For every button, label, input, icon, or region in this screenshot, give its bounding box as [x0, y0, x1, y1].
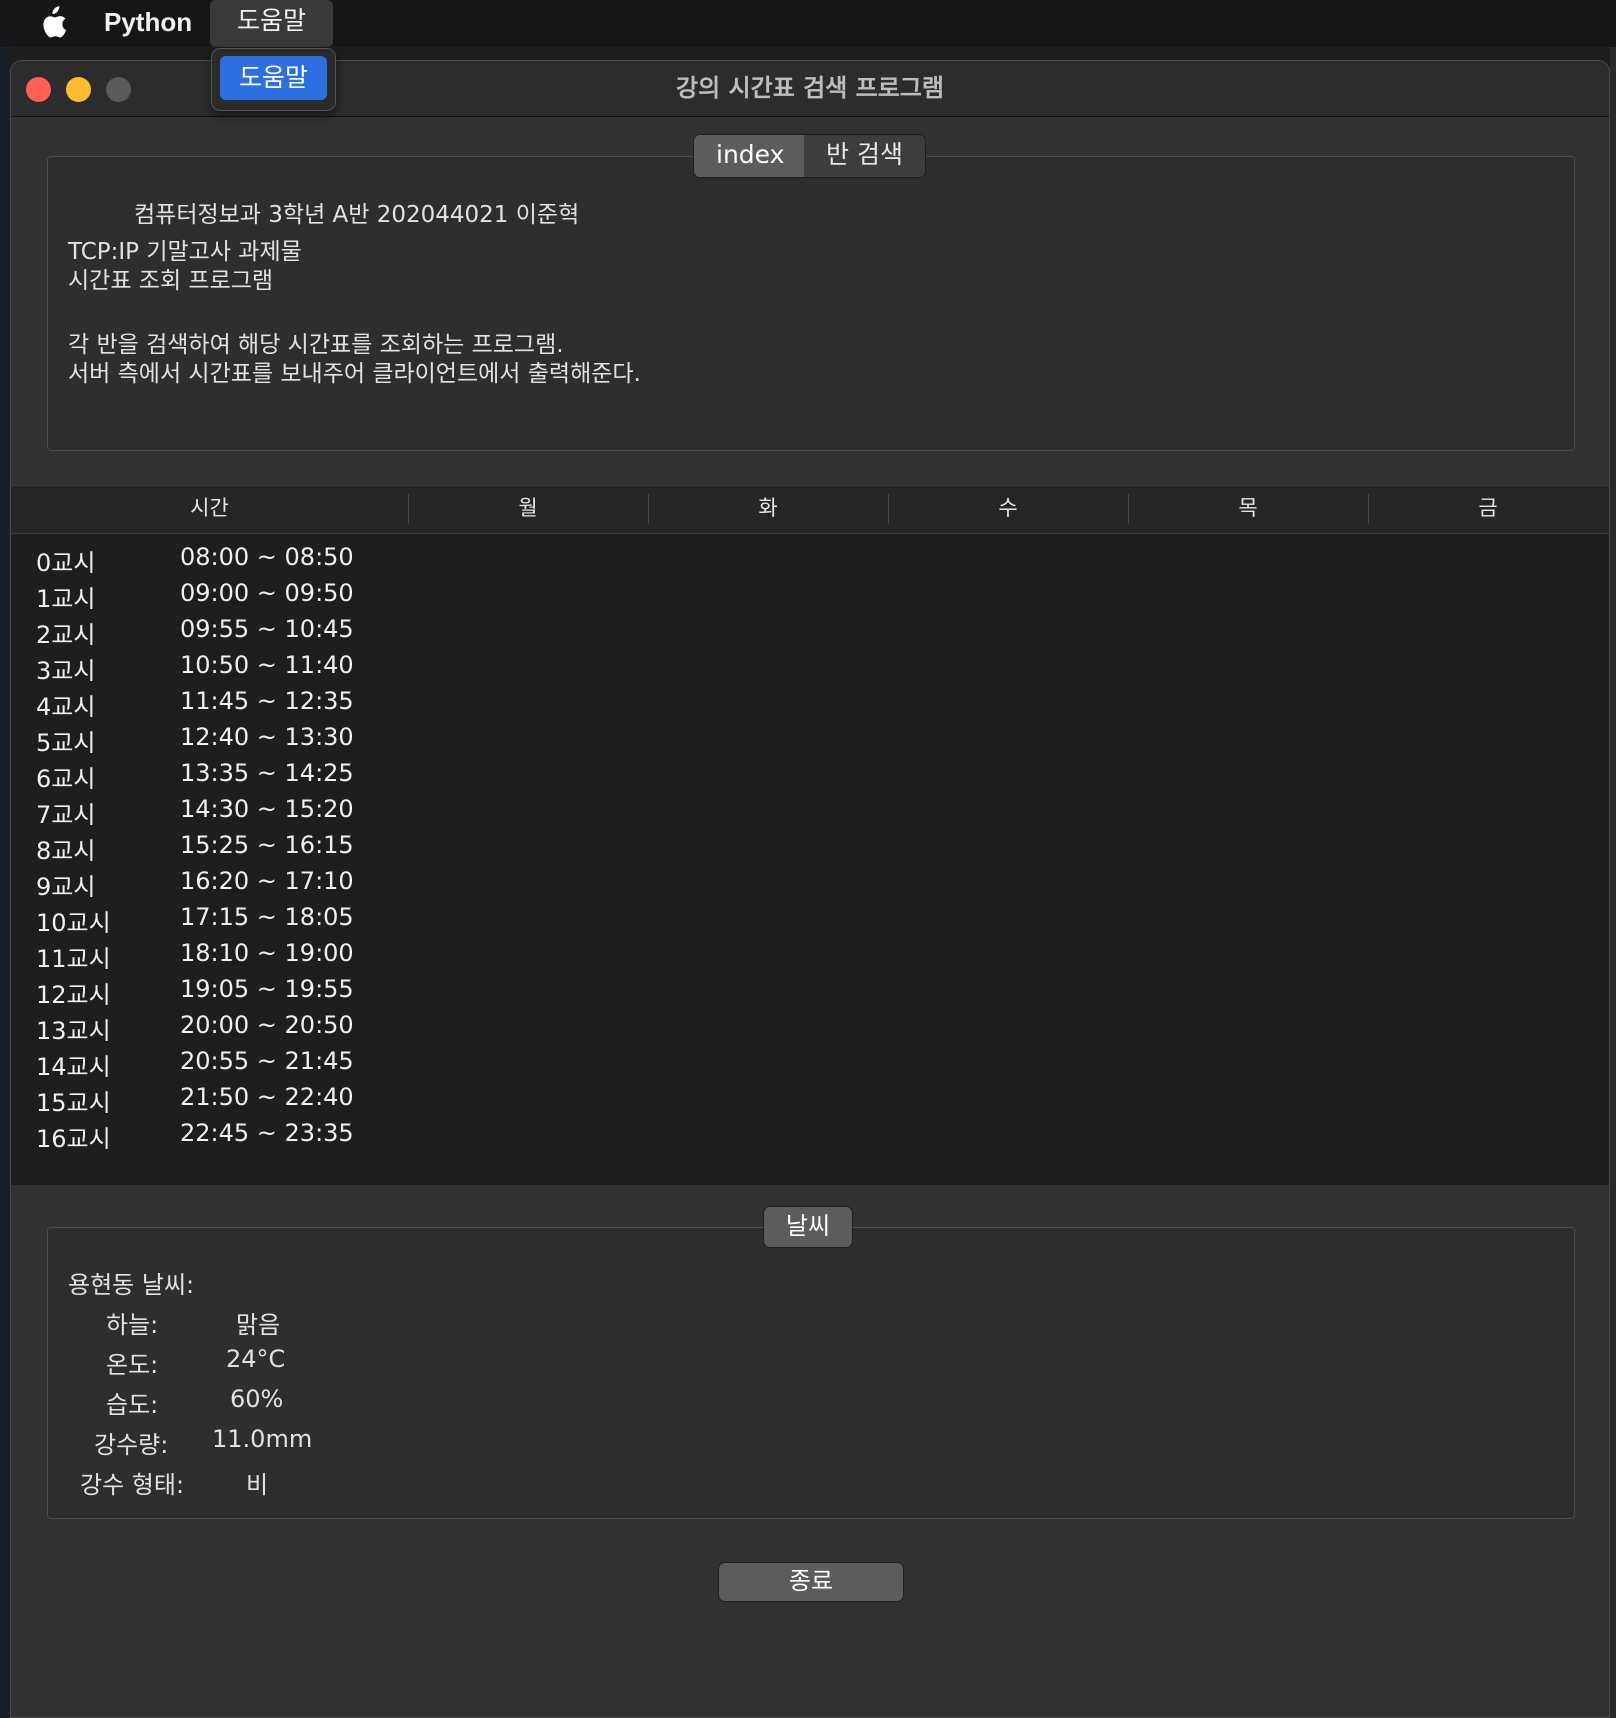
weather-humidity-value: 60%	[230, 1385, 284, 1413]
table-row[interactable]: 13교시 20:00 ~ 20:50	[11, 1011, 1609, 1047]
info-tab-panel: 컴퓨터정보과 3학년 A반 202044021 이준혁 TCP:IP 기말고사 …	[47, 156, 1575, 451]
tab-index[interactable]: index	[694, 135, 804, 177]
table-row[interactable]: 15교시 21:50 ~ 22:40	[11, 1083, 1609, 1119]
column-header-time[interactable]: 시간	[11, 486, 408, 532]
apple-logo-icon[interactable]	[36, 6, 68, 40]
cell-period: 11교시	[36, 945, 111, 973]
cell-time-range: 16:20 ~ 17:10	[180, 867, 354, 895]
cell-time-range: 20:00 ~ 20:50	[180, 1011, 354, 1039]
cell-period: 13교시	[36, 1017, 111, 1045]
weather-panel: 용현동 날씨: 하늘: 맑음 온도: 24°C 습도: 60% 강수량: 11.…	[47, 1227, 1575, 1519]
cell-period: 1교시	[36, 585, 96, 613]
info-line-program: 시간표 조회 프로그램	[68, 268, 274, 294]
tab-class-search[interactable]: 반 검색	[804, 135, 925, 177]
cell-period: 16교시	[36, 1125, 111, 1153]
table-row[interactable]: 12교시 19:05 ~ 19:55	[11, 975, 1609, 1011]
help-dropdown-menu: 도움말	[211, 48, 336, 111]
cell-period: 9교시	[36, 873, 96, 901]
column-header-mon[interactable]: 월	[408, 486, 648, 532]
table-row[interactable]: 8교시 15:25 ~ 16:15	[11, 831, 1609, 867]
table-row[interactable]: 7교시 14:30 ~ 15:20	[11, 795, 1609, 831]
cell-time-range: 18:10 ~ 19:00	[180, 939, 354, 967]
cell-time-range: 12:40 ~ 13:30	[180, 723, 354, 751]
column-header-tue[interactable]: 화	[648, 486, 888, 532]
cell-time-range: 08:00 ~ 08:50	[180, 543, 354, 571]
weather-precip-type-label: 강수 형태:	[80, 1471, 185, 1499]
table-row[interactable]: 14교시 20:55 ~ 21:45	[11, 1047, 1609, 1083]
table-row[interactable]: 5교시 12:40 ~ 13:30	[11, 723, 1609, 759]
weather-temp-value: 24°C	[226, 1345, 286, 1373]
cell-period: 8교시	[36, 837, 96, 865]
cell-time-range: 09:00 ~ 09:50	[180, 579, 354, 607]
weather-temp-label: 온도:	[106, 1351, 159, 1379]
timetable-header: 시간 월 화 수 목 금	[11, 485, 1609, 534]
table-row[interactable]: 1교시 09:00 ~ 09:50	[11, 579, 1609, 615]
cell-period: 6교시	[36, 765, 96, 793]
cell-period: 4교시	[36, 693, 96, 721]
weather-precip-value: 11.0mm	[212, 1425, 313, 1453]
cell-time-range: 15:25 ~ 16:15	[180, 831, 354, 859]
weather-precip-label: 강수량:	[94, 1431, 169, 1459]
weather-humidity-label: 습도:	[106, 1391, 159, 1419]
help-menu-item[interactable]: 도움말	[220, 56, 327, 100]
weather-location: 용현동 날씨:	[68, 1271, 195, 1299]
exit-button[interactable]: 종료	[718, 1562, 904, 1602]
column-header-wed[interactable]: 수	[888, 486, 1128, 532]
menu-help[interactable]: 도움말	[210, 0, 333, 47]
cell-time-range: 13:35 ~ 14:25	[180, 759, 354, 787]
table-row[interactable]: 16교시 22:45 ~ 23:35	[11, 1119, 1609, 1155]
column-header-fri[interactable]: 금	[1368, 486, 1608, 532]
menu-app-name[interactable]: Python	[104, 7, 192, 38]
info-line-description-2: 서버 측에서 시간표를 보내주어 클라이언트에서 출력해준다.	[68, 361, 641, 387]
weather-precip-type-value: 비	[246, 1471, 269, 1499]
main-window: 강의 시간표 검색 프로그램 컴퓨터정보과 3학년 A반 202044021 이…	[10, 60, 1610, 1718]
table-row[interactable]: 4교시 11:45 ~ 12:35	[11, 687, 1609, 723]
table-row[interactable]: 9교시 16:20 ~ 17:10	[11, 867, 1609, 903]
cell-period: 0교시	[36, 549, 96, 577]
cell-time-range: 09:55 ~ 10:45	[180, 615, 354, 643]
weather-group-label: 날씨	[763, 1206, 853, 1248]
table-row[interactable]: 0교시 08:00 ~ 08:50	[11, 543, 1609, 579]
menu-bar: Python 도움말	[0, 0, 1616, 47]
tab-bar: index 반 검색	[693, 134, 926, 178]
cell-period: 7교시	[36, 801, 96, 829]
cell-time-range: 19:05 ~ 19:55	[180, 975, 354, 1003]
cell-time-range: 17:15 ~ 18:05	[180, 903, 354, 931]
cell-period: 15교시	[36, 1089, 111, 1117]
info-line-student: 컴퓨터정보과 3학년 A반 202044021 이준혁	[134, 202, 580, 228]
weather-sky-label: 하늘:	[106, 1311, 159, 1339]
table-row[interactable]: 10교시 17:15 ~ 18:05	[11, 903, 1609, 939]
cell-period: 12교시	[36, 981, 111, 1009]
table-row[interactable]: 11교시 18:10 ~ 19:00	[11, 939, 1609, 975]
cell-time-range: 21:50 ~ 22:40	[180, 1083, 354, 1111]
desktop-background-right	[1610, 47, 1616, 1718]
desktop-background-left	[0, 47, 10, 1718]
cell-time-range: 10:50 ~ 11:40	[180, 651, 354, 679]
cell-period: 10교시	[36, 909, 111, 937]
timetable: 시간 월 화 수 목 금 0교시 08:00 ~ 08:50 1교시 09:00 ~ …	[11, 485, 1609, 1185]
cell-period: 14교시	[36, 1053, 111, 1081]
table-row[interactable]: 6교시 13:35 ~ 14:25	[11, 759, 1609, 795]
cell-time-range: 11:45 ~ 12:35	[180, 687, 354, 715]
cell-time-range: 22:45 ~ 23:35	[180, 1119, 354, 1147]
table-row[interactable]: 2교시 09:55 ~ 10:45	[11, 615, 1609, 651]
cell-time-range: 14:30 ~ 15:20	[180, 795, 354, 823]
table-row[interactable]: 3교시 10:50 ~ 11:40	[11, 651, 1609, 687]
weather-sky-value: 맑음	[236, 1311, 281, 1339]
cell-time-range: 20:55 ~ 21:45	[180, 1047, 354, 1075]
cell-period: 3교시	[36, 657, 96, 685]
cell-period: 2교시	[36, 621, 96, 649]
cell-period: 5교시	[36, 729, 96, 757]
column-header-thu[interactable]: 목	[1128, 486, 1368, 532]
